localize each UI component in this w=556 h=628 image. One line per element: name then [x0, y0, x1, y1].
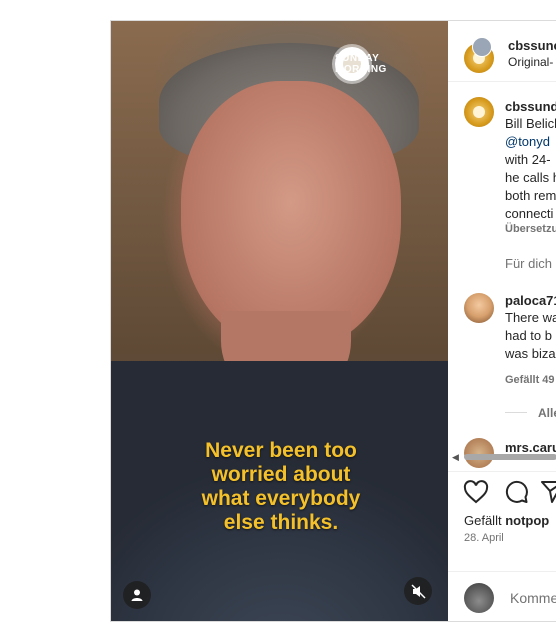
translate-link[interactable]: Übersetzu [505, 223, 556, 235]
post-caption-line: connecti [505, 206, 554, 221]
post-caption-line: both rem [505, 188, 556, 203]
heart-icon [463, 480, 489, 504]
muted-speaker-icon [410, 583, 426, 599]
likes-prefix: Gefällt [464, 513, 506, 528]
caption-line: what everybody [201, 487, 361, 510]
post-card: SUNDAY MORNING Never been too worried ab… [110, 20, 556, 622]
paper-plane-icon [541, 481, 556, 503]
post-caption-line: Bill Belich [505, 116, 556, 131]
post-caption-line: he calls h [505, 170, 556, 185]
add-comment-bar: Komme [448, 571, 556, 621]
comment-text-line: There wa [505, 310, 556, 325]
likes-user-link[interactable]: notpop [505, 513, 549, 528]
comment-likes[interactable]: Gefällt 49 [505, 374, 555, 386]
caption-author-username[interactable]: cbssund [505, 99, 556, 114]
comment-text-line: was biza [505, 346, 556, 361]
caption-line: worried about [211, 463, 351, 486]
video-caption: Never been too worried about what everyb… [151, 439, 411, 535]
for-you-prompt: Für dich [505, 256, 552, 271]
like-button[interactable] [462, 478, 490, 506]
mention-link[interactable]: @tonyd [505, 133, 550, 151]
comment-input[interactable]: Komme [510, 590, 556, 606]
view-replies-link[interactable]: Alle [538, 406, 556, 420]
replies-divider [505, 412, 527, 413]
comment-text-line: had to b [505, 328, 552, 343]
collab-avatar[interactable] [472, 37, 492, 57]
audio-label[interactable]: Original- [508, 55, 553, 69]
user-icon [131, 589, 143, 601]
current-user-avatar[interactable] [464, 583, 494, 613]
sunday-morning-logo: SUNDAY MORNING [335, 47, 386, 81]
share-button[interactable] [538, 478, 556, 506]
mute-button[interactable] [404, 577, 432, 605]
likes-summary: Gefällt notpop [464, 513, 549, 528]
scroll-left-arrow-icon[interactable]: ◀ [452, 452, 459, 463]
commenter-avatar[interactable] [464, 293, 494, 323]
comment-button[interactable] [502, 478, 530, 506]
post-caption-line: with 24- [505, 152, 551, 167]
scrollbar-thumb[interactable] [464, 454, 556, 460]
comment-icon [505, 480, 528, 503]
video-player[interactable]: SUNDAY MORNING Never been too worried ab… [111, 21, 448, 621]
logo-line-2: MORNING [335, 64, 387, 75]
tagged-users-button[interactable] [123, 581, 151, 609]
horizontal-scrollbar[interactable]: ◀ [448, 451, 556, 463]
post-date[interactable]: 28. April [464, 532, 504, 544]
commenter-username[interactable]: paloca71 [505, 293, 556, 308]
caption-author-avatar[interactable] [464, 97, 494, 127]
post-side-panel: cbssunc Original- cbssund Bill Belich @t… [448, 21, 556, 621]
action-bar [448, 471, 556, 512]
caption-line: else thinks. [223, 511, 339, 534]
logo-line-1: SUNDAY [335, 53, 380, 64]
author-username[interactable]: cbssunc [508, 38, 556, 53]
caption-line: Never been too [205, 439, 357, 462]
post-header: cbssunc Original- [448, 21, 556, 82]
